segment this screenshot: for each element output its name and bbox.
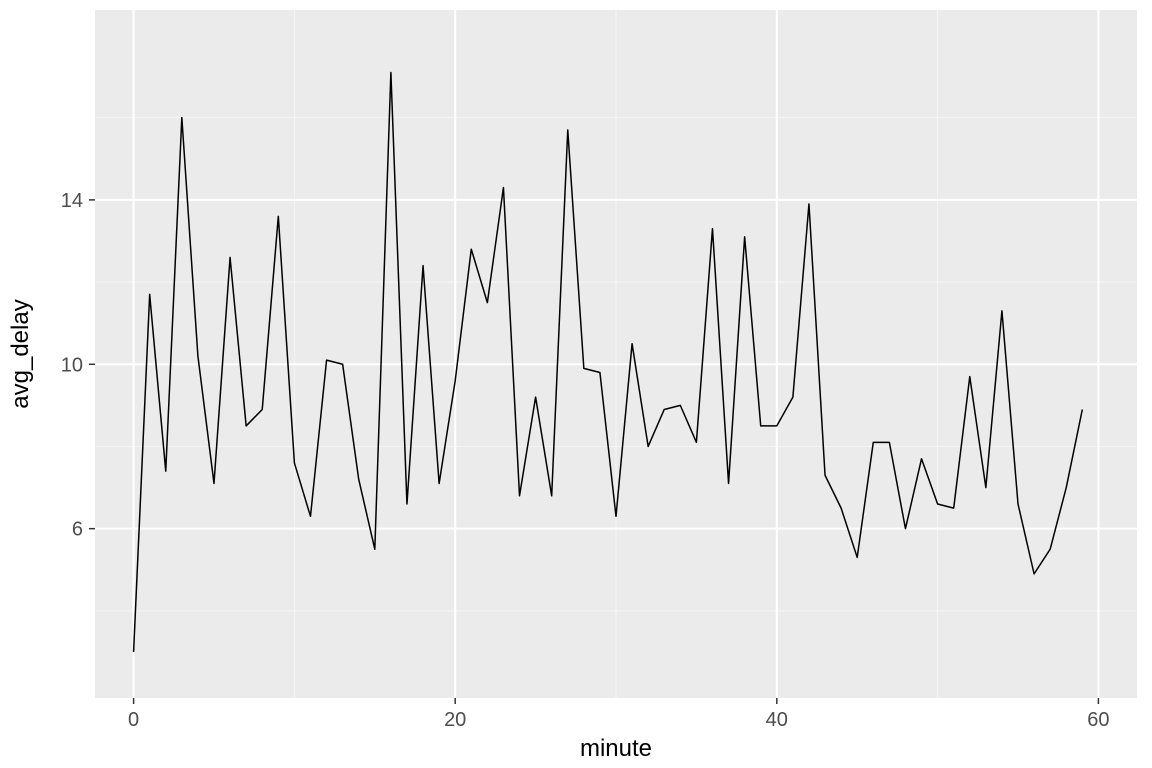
x-axis-title: minute xyxy=(580,735,652,762)
line-chart: 0 20 40 60 6 10 14 minute avg_delay xyxy=(0,0,1152,768)
chart-container: 0 20 40 60 6 10 14 minute avg_delay xyxy=(0,0,1152,768)
y-axis-ticks xyxy=(89,200,95,529)
y-tick-label: 14 xyxy=(61,190,83,212)
y-tick-label: 10 xyxy=(61,354,83,376)
y-tick-label: 6 xyxy=(72,519,83,541)
y-axis-title: avg_delay xyxy=(7,299,34,408)
x-axis-ticks xyxy=(134,698,1099,704)
y-axis-tick-labels: 6 10 14 xyxy=(61,190,83,541)
x-tick-label: 40 xyxy=(766,709,788,731)
x-tick-label: 0 xyxy=(128,709,139,731)
x-axis-tick-labels: 0 20 40 60 xyxy=(128,709,1110,731)
x-tick-label: 60 xyxy=(1087,709,1109,731)
x-tick-label: 20 xyxy=(444,709,466,731)
